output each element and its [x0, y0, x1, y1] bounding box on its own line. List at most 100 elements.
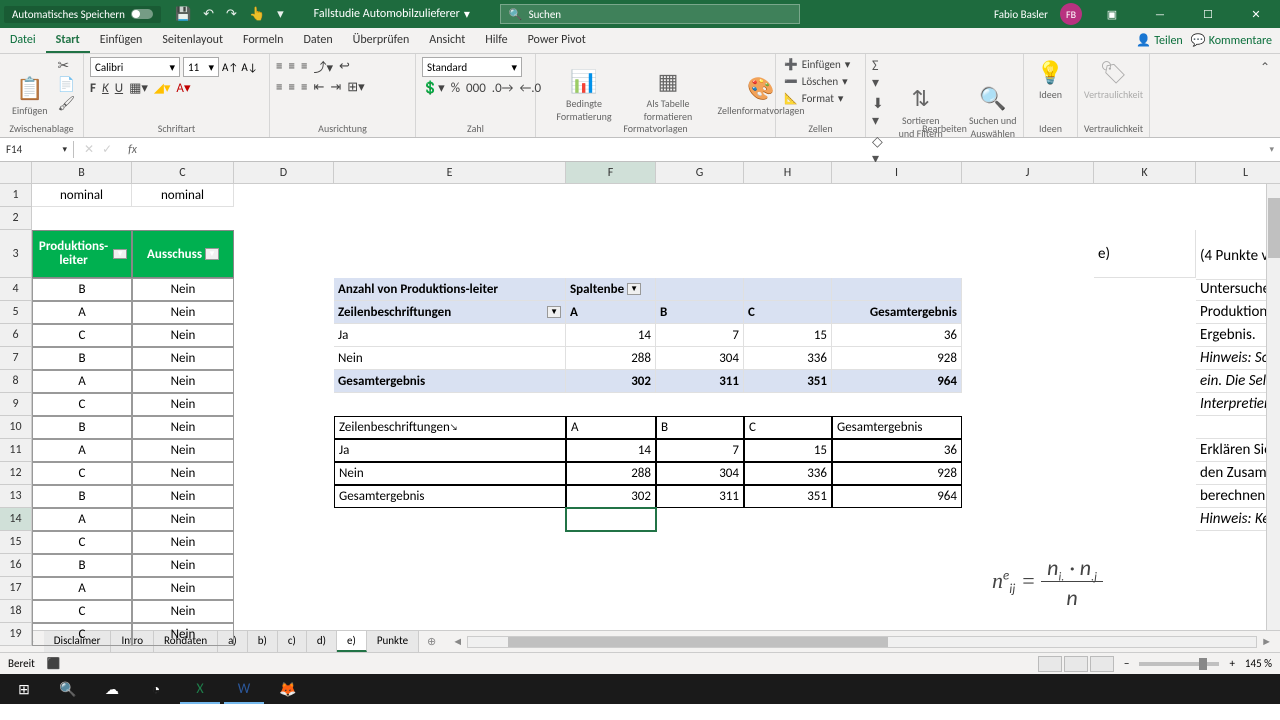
row-header-10[interactable]: 10: [0, 416, 32, 439]
expand-formula-icon[interactable]: ▾: [1263, 144, 1280, 155]
cell-I10[interactable]: Gesamtergebnis: [832, 416, 962, 439]
row-header-15[interactable]: 15: [0, 531, 32, 554]
row-header-14[interactable]: 14: [0, 508, 32, 531]
decrease-indent-icon[interactable]: ⇤: [313, 80, 324, 95]
insert-cells-button[interactable]: ➕ Einfügen ▾: [782, 57, 859, 72]
cell-E12[interactable]: Nein: [334, 462, 566, 485]
cell-B17[interactable]: A: [32, 577, 132, 600]
col-header-D[interactable]: D: [234, 162, 334, 184]
cell-C16[interactable]: Nein: [132, 554, 234, 577]
word-taskbar-icon[interactable]: W: [224, 674, 264, 704]
zoom-slider[interactable]: [1139, 662, 1219, 666]
cell-I12[interactable]: 928: [832, 462, 962, 485]
cell-F14[interactable]: [566, 508, 656, 531]
zoom-in-icon[interactable]: +: [1229, 657, 1234, 670]
user-avatar[interactable]: FB: [1060, 3, 1082, 25]
cell-B19[interactable]: C: [32, 623, 132, 646]
cell-B11[interactable]: A: [32, 439, 132, 462]
col-header-F[interactable]: F: [566, 162, 656, 184]
increase-decimal-icon[interactable]: .0→: [492, 81, 514, 96]
cell-C19[interactable]: Nein: [132, 623, 234, 646]
comments-button[interactable]: 💬 Kommentare: [1191, 33, 1272, 48]
percent-icon[interactable]: %: [451, 81, 460, 96]
underline-icon[interactable]: U: [115, 81, 123, 96]
ribbon-mode-icon[interactable]: ▣: [1094, 0, 1130, 28]
cell-H8[interactable]: 351: [744, 370, 832, 393]
cell-B14[interactable]: A: [32, 508, 132, 531]
align-middle-icon[interactable]: ≡: [288, 59, 294, 74]
menu-power pivot[interactable]: Power Pivot: [518, 29, 596, 53]
undo-icon[interactable]: ↶: [203, 7, 214, 22]
row-header-9[interactable]: 9: [0, 393, 32, 416]
cell-C1[interactable]: nominal: [132, 184, 234, 207]
formula-input[interactable]: [143, 143, 1263, 157]
touch-icon[interactable]: 👆: [249, 7, 265, 22]
cell-I8[interactable]: 964: [832, 370, 962, 393]
cut-icon[interactable]: ✂: [58, 57, 76, 74]
align-bottom-icon[interactable]: ≡: [301, 59, 307, 74]
menu-datei[interactable]: Datei: [0, 29, 46, 53]
find-select-button[interactable]: 🔍Suchen und Auswählen: [958, 57, 1028, 167]
cell-B12[interactable]: C: [32, 462, 132, 485]
row-header-1[interactable]: 1: [0, 184, 32, 207]
start-button[interactable]: ⊞: [4, 674, 44, 704]
cell-F6[interactable]: 14: [566, 324, 656, 347]
cell-F5[interactable]: A: [566, 301, 656, 324]
cell-G6[interactable]: 7: [656, 324, 744, 347]
search-taskbar-icon[interactable]: 🔍: [48, 674, 88, 704]
row-header-13[interactable]: 13: [0, 485, 32, 508]
cell-E8[interactable]: Gesamtergebnis: [334, 370, 566, 393]
cell-K3[interactable]: e): [1094, 230, 1196, 278]
align-right-icon[interactable]: ≡: [301, 80, 307, 95]
row-header-8[interactable]: 8: [0, 370, 32, 393]
macro-record-icon[interactable]: ⬛: [47, 657, 61, 670]
align-left-icon[interactable]: ≡: [276, 80, 282, 95]
cell-C11[interactable]: Nein: [132, 439, 234, 462]
column-headers[interactable]: BCDEFGHIJKL: [32, 162, 1280, 184]
cell-I5[interactable]: Gesamtergebnis: [832, 301, 962, 324]
font-size-select[interactable]: 11▾: [183, 57, 219, 77]
menu-hilfe[interactable]: Hilfe: [475, 29, 517, 53]
col-header-L[interactable]: L: [1196, 162, 1280, 184]
cell-C12[interactable]: Nein: [132, 462, 234, 485]
cell-C8[interactable]: Nein: [132, 370, 234, 393]
cell-C14[interactable]: Nein: [132, 508, 234, 531]
app-icon[interactable]: ☁: [92, 674, 132, 704]
cell-E7[interactable]: Nein: [334, 347, 566, 370]
row-header-6[interactable]: 6: [0, 324, 32, 347]
cell-H4[interactable]: [744, 278, 832, 301]
username[interactable]: Fabio Basler: [994, 8, 1048, 21]
cell-C15[interactable]: Nein: [132, 531, 234, 554]
grid[interactable]: BCDEFGHIJKL 1234567891011121314151617181…: [0, 162, 1280, 630]
row-header-2[interactable]: 2: [0, 207, 32, 230]
cell-C7[interactable]: Nein: [132, 347, 234, 370]
cell-G13[interactable]: 311: [656, 485, 744, 508]
font-name-select[interactable]: Calibri▾: [90, 57, 180, 77]
menu-ansicht[interactable]: Ansicht: [419, 29, 475, 53]
bold-icon[interactable]: F: [90, 81, 96, 96]
cell-I7[interactable]: 928: [832, 347, 962, 370]
cell-B16[interactable]: B: [32, 554, 132, 577]
cell-B4[interactable]: B: [32, 278, 132, 301]
row-header-7[interactable]: 7: [0, 347, 32, 370]
accept-formula-icon[interactable]: ✓: [102, 142, 112, 157]
sort-filter-button[interactable]: ⇅Sortieren und Filtern: [888, 57, 954, 167]
app-icon[interactable]: ◔: [136, 674, 176, 704]
copy-icon[interactable]: 📄: [58, 76, 76, 93]
cell-B13[interactable]: B: [32, 485, 132, 508]
document-title[interactable]: Fallstudie Automobilzulieferer▾: [314, 7, 470, 22]
row-header-16[interactable]: 16: [0, 554, 32, 577]
cell-B10[interactable]: B: [32, 416, 132, 439]
row-header-5[interactable]: 5: [0, 301, 32, 324]
cell-E5[interactable]: Zeilenbeschriftungen▼: [334, 301, 566, 324]
row-header-11[interactable]: 11: [0, 439, 32, 462]
menu-einfügen[interactable]: Einfügen: [90, 29, 153, 53]
cancel-formula-icon[interactable]: ✕: [84, 142, 94, 157]
page-layout-view-icon[interactable]: [1064, 656, 1088, 672]
sheet-tab-c)[interactable]: c): [278, 631, 307, 652]
row-header-17[interactable]: 17: [0, 577, 32, 600]
border-icon[interactable]: ▦▾: [129, 81, 148, 96]
cell-B9[interactable]: C: [32, 393, 132, 416]
add-sheet-button[interactable]: ⊕: [419, 635, 444, 648]
align-center-icon[interactable]: ≡: [288, 80, 294, 95]
